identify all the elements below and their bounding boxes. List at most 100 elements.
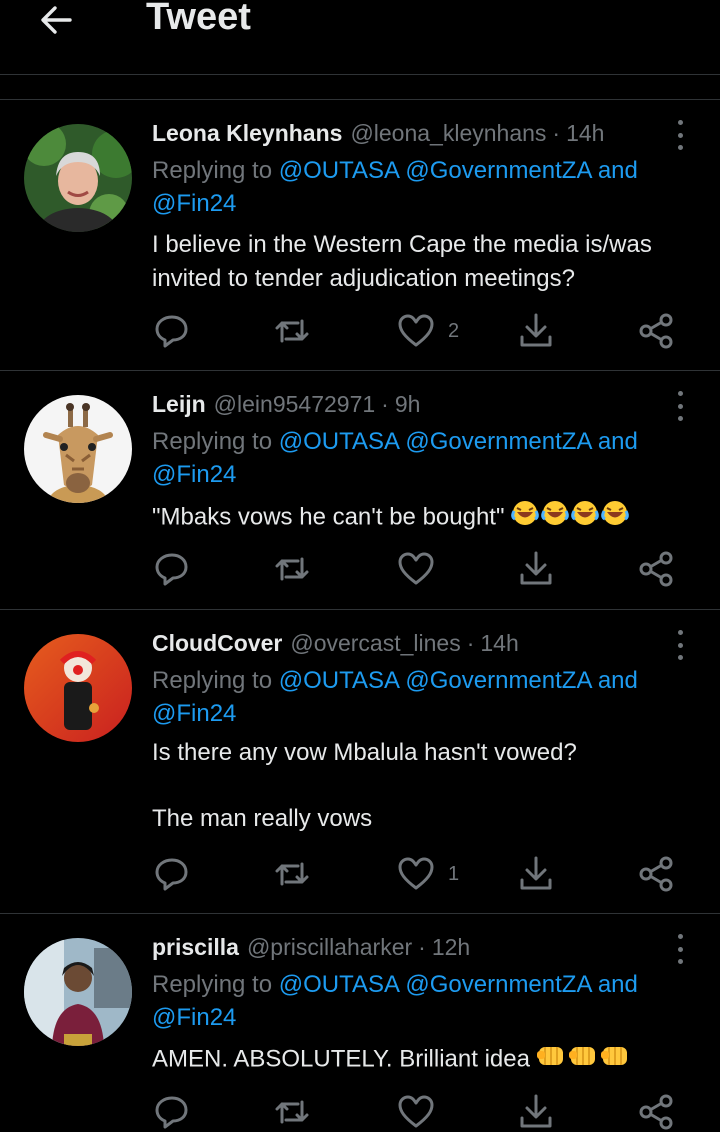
mention-link[interactable]: @Fin24: [152, 1004, 236, 1031]
like-button[interactable]: 1: [396, 854, 459, 894]
share-button[interactable]: [636, 549, 676, 589]
like-button[interactable]: [396, 549, 436, 589]
heart-icon: [398, 314, 434, 347]
author-handle[interactable]: @leona_kleynhans: [350, 120, 546, 146]
reply-icon: [155, 858, 188, 891]
share-icon: [639, 1094, 673, 1130]
replying-to: Replying to @OUTASA @GovernmentZA and @F…: [152, 971, 638, 1031]
reply-button[interactable]: [152, 854, 192, 894]
mention-link[interactable]: @Fin24: [152, 190, 236, 217]
back-button[interactable]: [30, 0, 82, 40]
mention-link[interactable]: @GovernmentZA: [405, 667, 591, 694]
share-button[interactable]: [636, 854, 676, 894]
like-button[interactable]: 2: [396, 311, 459, 351]
mention-link[interactable]: @GovernmentZA: [405, 428, 591, 455]
tweet[interactable]: Leijn @lein95472971 · 9h Replying to @OUTAS…: [0, 371, 720, 610]
tweet-text: I believe in the Western Cape the media …: [152, 231, 659, 292]
tweet-header: Leona Kleynhans @leona_kleynhans · 14h: [152, 120, 605, 146]
oncoming-fist-emoji: [536, 1041, 631, 1079]
like-button[interactable]: [396, 1092, 436, 1132]
download-icon: [520, 313, 552, 347]
mention-link[interactable]: and: [598, 157, 638, 184]
timestamp[interactable]: 12h: [432, 934, 470, 960]
timestamp[interactable]: 14h: [480, 630, 518, 656]
avatar[interactable]: [24, 634, 132, 742]
share-button[interactable]: [636, 311, 676, 351]
action-bar: 2: [152, 311, 692, 351]
retweet-button[interactable]: [272, 854, 312, 894]
heart-icon: [398, 552, 434, 585]
download-icon: [520, 551, 552, 585]
retweet-icon: [275, 319, 309, 343]
mention-link[interactable]: @Fin24: [152, 700, 236, 727]
share-icon: [639, 856, 673, 892]
timestamp[interactable]: 9h: [395, 391, 421, 417]
mention-link[interactable]: @GovernmentZA: [405, 971, 591, 998]
heart-icon: [398, 1095, 434, 1128]
author-handle[interactable]: @priscillaharker: [247, 934, 412, 960]
like-count: 1: [448, 862, 460, 885]
action-bar: [152, 1092, 692, 1132]
download-icon: [520, 856, 552, 890]
share-icon: [639, 313, 673, 349]
bookmark-button[interactable]: [516, 1092, 556, 1132]
mention-link[interactable]: and: [598, 667, 638, 694]
bookmark-button[interactable]: [516, 549, 556, 589]
retweet-icon: [275, 1100, 309, 1124]
action-bar: 1: [152, 854, 692, 894]
page-title: Tweet: [146, 0, 251, 38]
retweet-button[interactable]: [272, 311, 312, 351]
retweet-icon: [275, 862, 309, 886]
avatar[interactable]: [24, 395, 132, 503]
download-icon: [520, 1094, 552, 1128]
mention-link[interactable]: @Fin24: [152, 461, 236, 488]
tweet-header: CloudCover @overcast_lines · 14h: [152, 630, 519, 656]
avatar[interactable]: [24, 938, 132, 1046]
author-name[interactable]: Leijn: [152, 391, 206, 417]
author-name[interactable]: Leona Kleynhans: [152, 120, 342, 146]
mention-link[interactable]: @OUTASA: [279, 157, 399, 184]
mention-link[interactable]: @GovernmentZA: [405, 157, 591, 184]
bookmark-button[interactable]: [516, 854, 556, 894]
reply-button[interactable]: [152, 1092, 192, 1132]
replying-to: Replying to @OUTASA @GovernmentZA and @F…: [152, 428, 638, 488]
tweet-text-row: "Mbaks vows he can't be bought": [152, 499, 697, 537]
retweet-button[interactable]: [272, 1092, 312, 1132]
tweet[interactable]: Leona Kleynhans @leona_kleynhans · 14h Repl…: [0, 100, 720, 371]
reply-icon: [155, 315, 188, 348]
author-handle[interactable]: @overcast_lines: [290, 630, 460, 656]
replying-to: Replying to @OUTASA @GovernmentZA and @F…: [152, 667, 638, 727]
more-options-button[interactable]: [670, 120, 690, 150]
tweet-header: priscilla @priscillaharker · 12h: [152, 934, 471, 960]
avatar[interactable]: [24, 124, 132, 232]
reply-button[interactable]: [152, 549, 192, 589]
more-options-button[interactable]: [670, 391, 690, 421]
author-handle[interactable]: @lein95472971: [214, 391, 375, 417]
bookmark-button[interactable]: [516, 311, 556, 351]
reply-icon: [155, 553, 188, 586]
author-name[interactable]: CloudCover: [152, 630, 282, 656]
tweet-header: Leijn @lein95472971 · 9h: [152, 391, 421, 417]
retweet-icon: [275, 557, 309, 581]
reply-button[interactable]: [152, 311, 192, 351]
mention-link[interactable]: @OUTASA: [279, 428, 399, 455]
like-count: 2: [448, 319, 460, 342]
top-bar: Tweet: [0, 0, 720, 75]
tweet-text: Is there any vow Mbalula hasn't vowed? T…: [152, 739, 577, 832]
tweet[interactable]: CloudCover @overcast_lines · 14h Replying t…: [0, 610, 720, 914]
mention-link[interactable]: and: [598, 971, 638, 998]
mention-link[interactable]: @OUTASA: [279, 667, 399, 694]
author-name[interactable]: priscilla: [152, 934, 239, 960]
tweet-text: AMEN. ABSOLUTELY. Brilliant idea: [152, 1045, 530, 1073]
more-options-button[interactable]: [670, 630, 690, 660]
more-options-button[interactable]: [670, 934, 690, 964]
share-icon: [639, 551, 673, 587]
retweet-button[interactable]: [272, 549, 312, 589]
tweet[interactable]: priscilla @priscillaharker · 12h Replying t…: [0, 914, 720, 1130]
mention-link[interactable]: @OUTASA: [279, 971, 399, 998]
action-bar: [152, 549, 692, 589]
timestamp[interactable]: 14h: [566, 120, 604, 146]
mention-link[interactable]: and: [598, 428, 638, 455]
tweet-text-row: AMEN. ABSOLUTELY. Brilliant idea: [152, 1041, 697, 1079]
share-button[interactable]: [636, 1092, 676, 1132]
